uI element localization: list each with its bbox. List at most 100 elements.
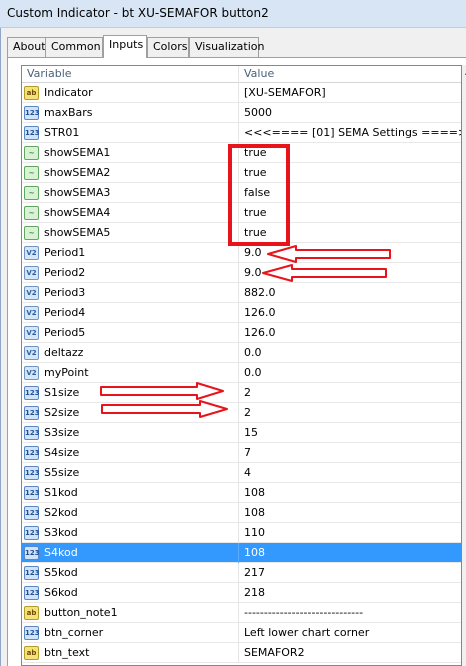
integer-type-icon: 123	[24, 626, 40, 640]
boolean-type-icon: ~	[24, 166, 39, 180]
column-separator	[238, 563, 239, 583]
variable-value[interactable]: false	[244, 186, 270, 199]
input-row-button-note1[interactable]: ab button_note1 --------------------------…	[22, 603, 461, 623]
variable-name: showSEMA2	[44, 166, 111, 179]
input-row-deltazz[interactable]: V2 deltazz 0.0	[22, 343, 461, 363]
column-separator	[238, 423, 239, 443]
input-row-s2size[interactable]: 123 S2size 2	[22, 403, 461, 423]
input-row-s5kod[interactable]: 123 S5kod 217	[22, 563, 461, 583]
input-row-s1kod[interactable]: 123 S1kod 108	[22, 483, 461, 503]
variable-value[interactable]: 126.0	[244, 326, 276, 339]
string-type-icon: ab	[24, 646, 39, 660]
variable-value[interactable]: 5000	[244, 106, 272, 119]
input-row-showsema1[interactable]: ~ showSEMA1 true	[22, 143, 461, 163]
variable-value[interactable]: 110	[244, 526, 265, 539]
input-row-s3kod[interactable]: 123 S3kod 110	[22, 523, 461, 543]
input-row-period5[interactable]: V2 Period5 126.0	[22, 323, 461, 343]
input-row-s3size[interactable]: 123 S3size 15	[22, 423, 461, 443]
input-row-showsema2[interactable]: ~ showSEMA2 true	[22, 163, 461, 183]
integer-type-icon: 123	[24, 526, 40, 540]
input-row-btn-text[interactable]: ab btn_text SEMAFOR2	[22, 643, 461, 663]
variable-value[interactable]: 0.0	[244, 346, 262, 359]
input-row-period1[interactable]: V2 Period1 9.0	[22, 243, 461, 263]
variable-name: Period1	[44, 246, 86, 259]
input-row-s5size[interactable]: 123 S5size 4	[22, 463, 461, 483]
dialog-client: About Common Inputs Colors Visualization…	[0, 28, 466, 666]
variable-value[interactable]: ------------------------------	[244, 606, 363, 619]
variable-name: S4kod	[44, 546, 78, 559]
variable-name: btn_corner	[44, 626, 104, 639]
variable-value[interactable]: 7	[244, 446, 251, 459]
tab-visualization[interactable]: Visualization	[189, 37, 264, 57]
input-row-s1size[interactable]: 123 S1size 2	[22, 383, 461, 403]
variable-name: showSEMA5	[44, 226, 111, 239]
inputs-grid: Variable Value ab Indicator [XU-SEMAFOR] 12…	[21, 65, 462, 666]
input-row-maxbars[interactable]: 123 maxBars 5000	[22, 103, 461, 123]
variable-value[interactable]: 218	[244, 586, 265, 599]
variable-value[interactable]: 9.0	[244, 266, 262, 279]
input-row-showsema3[interactable]: ~ showSEMA3 false	[22, 183, 461, 203]
variable-value[interactable]: true	[244, 146, 267, 159]
column-header-value[interactable]: Value	[239, 66, 461, 83]
variable-value[interactable]: 9.0	[244, 246, 262, 259]
variable-value[interactable]: 108	[244, 486, 265, 499]
vertical-scrollbar[interactable]: ▲	[462, 65, 466, 666]
input-row-s4kod[interactable]: 123 S4kod 108	[22, 543, 461, 563]
variable-value[interactable]: 882.0	[244, 286, 276, 299]
variable-name: deltazz	[44, 346, 84, 359]
input-row-period4[interactable]: V2 Period4 126.0	[22, 303, 461, 323]
boolean-type-icon: ~	[24, 146, 39, 160]
variable-value[interactable]: <<<==== [01] SEMA Settings ====>>>	[244, 126, 461, 139]
variable-name: S6kod	[44, 586, 78, 599]
column-header-variable[interactable]: Variable	[22, 66, 239, 83]
variable-value[interactable]: [XU-SEMAFOR]	[244, 86, 326, 99]
variable-value[interactable]: 2	[244, 386, 251, 399]
variable-value[interactable]: Left lower chart corner	[244, 626, 369, 639]
variable-value[interactable]: true	[244, 226, 267, 239]
input-row-str01[interactable]: 123 STR01 <<<==== [01] SEMA Settings ====>…	[22, 123, 461, 143]
boolean-type-icon: ~	[24, 186, 39, 200]
variable-name: Period3	[44, 286, 86, 299]
tab-about[interactable]: About	[7, 37, 46, 57]
variable-value[interactable]: 2	[244, 406, 251, 419]
tab-colors[interactable]: Colors	[147, 37, 189, 57]
variable-value[interactable]: true	[244, 206, 267, 219]
column-separator	[238, 403, 239, 423]
variable-value[interactable]: 126.0	[244, 306, 276, 319]
variable-value[interactable]: 4	[244, 466, 251, 479]
tab-inputs[interactable]: Inputs	[103, 35, 147, 58]
input-row-period2[interactable]: V2 Period2 9.0	[22, 263, 461, 283]
column-separator	[238, 343, 239, 363]
variable-value[interactable]: SEMAFOR2	[244, 646, 305, 659]
window-title: Custom Indicator - bt XU-SEMAFOR button2	[7, 6, 269, 20]
input-row-mypoint[interactable]: V2 myPoint 0.0	[22, 363, 461, 383]
variable-name: myPoint	[44, 366, 89, 379]
double-type-icon: V2	[24, 366, 39, 380]
integer-type-icon: 123	[24, 546, 40, 560]
column-separator	[238, 483, 239, 503]
variable-name: S2size	[44, 406, 80, 419]
input-row-s6kod[interactable]: 123 S6kod 218	[22, 583, 461, 603]
column-separator	[238, 263, 239, 283]
tab-common[interactable]: Common	[45, 37, 103, 57]
input-row-showsema4[interactable]: ~ showSEMA4 true	[22, 203, 461, 223]
input-row-indicator[interactable]: ab Indicator [XU-SEMAFOR]	[22, 83, 461, 103]
integer-type-icon: 123	[24, 126, 40, 140]
variable-value[interactable]: 108	[244, 506, 265, 519]
input-row-btn-corner[interactable]: 123 btn_corner Left lower chart corner	[22, 623, 461, 643]
column-separator	[238, 623, 239, 643]
variable-name: S2kod	[44, 506, 78, 519]
variable-value[interactable]: 15	[244, 426, 258, 439]
variable-value[interactable]: true	[244, 166, 267, 179]
input-row-showsema5[interactable]: ~ showSEMA5 true	[22, 223, 461, 243]
string-type-icon: ab	[24, 86, 39, 100]
input-row-s2kod[interactable]: 123 S2kod 108	[22, 503, 461, 523]
variable-value[interactable]: 217	[244, 566, 265, 579]
variable-name: Period4	[44, 306, 86, 319]
variable-value[interactable]: 108	[244, 546, 265, 559]
column-separator	[238, 83, 239, 103]
input-row-s4size[interactable]: 123 S4size 7	[22, 443, 461, 463]
variable-value[interactable]: 0.0	[244, 366, 262, 379]
scroll-up-arrow-icon[interactable]: ▲	[462, 65, 466, 79]
input-row-period3[interactable]: V2 Period3 882.0	[22, 283, 461, 303]
